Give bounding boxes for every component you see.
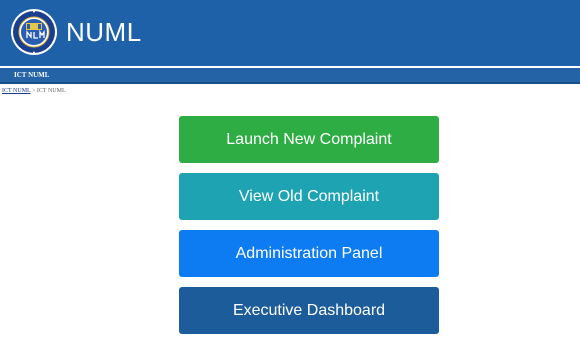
section-bar: ICT NUML bbox=[0, 68, 580, 84]
main-menu: Launch New Complaint View Old Complaint … bbox=[179, 116, 439, 344]
section-bar-label: ICT NUML bbox=[14, 71, 50, 79]
executive-dashboard-button[interactable]: Executive Dashboard bbox=[179, 287, 439, 334]
breadcrumb-link-home[interactable]: ICT NUML bbox=[2, 88, 31, 94]
view-old-complaint-button[interactable]: View Old Complaint bbox=[179, 173, 439, 220]
breadcrumb-separator: > bbox=[32, 88, 36, 94]
app-title: NUML bbox=[66, 17, 142, 47]
administration-panel-button[interactable]: Administration Panel bbox=[179, 230, 439, 277]
numl-logo-icon[interactable] bbox=[10, 8, 58, 56]
breadcrumb: ICT NUML > ICT NUML bbox=[2, 87, 66, 95]
breadcrumb-current: ICT NUML bbox=[36, 88, 66, 94]
app-header: NUML bbox=[0, 0, 580, 66]
launch-new-complaint-button[interactable]: Launch New Complaint bbox=[179, 116, 439, 163]
